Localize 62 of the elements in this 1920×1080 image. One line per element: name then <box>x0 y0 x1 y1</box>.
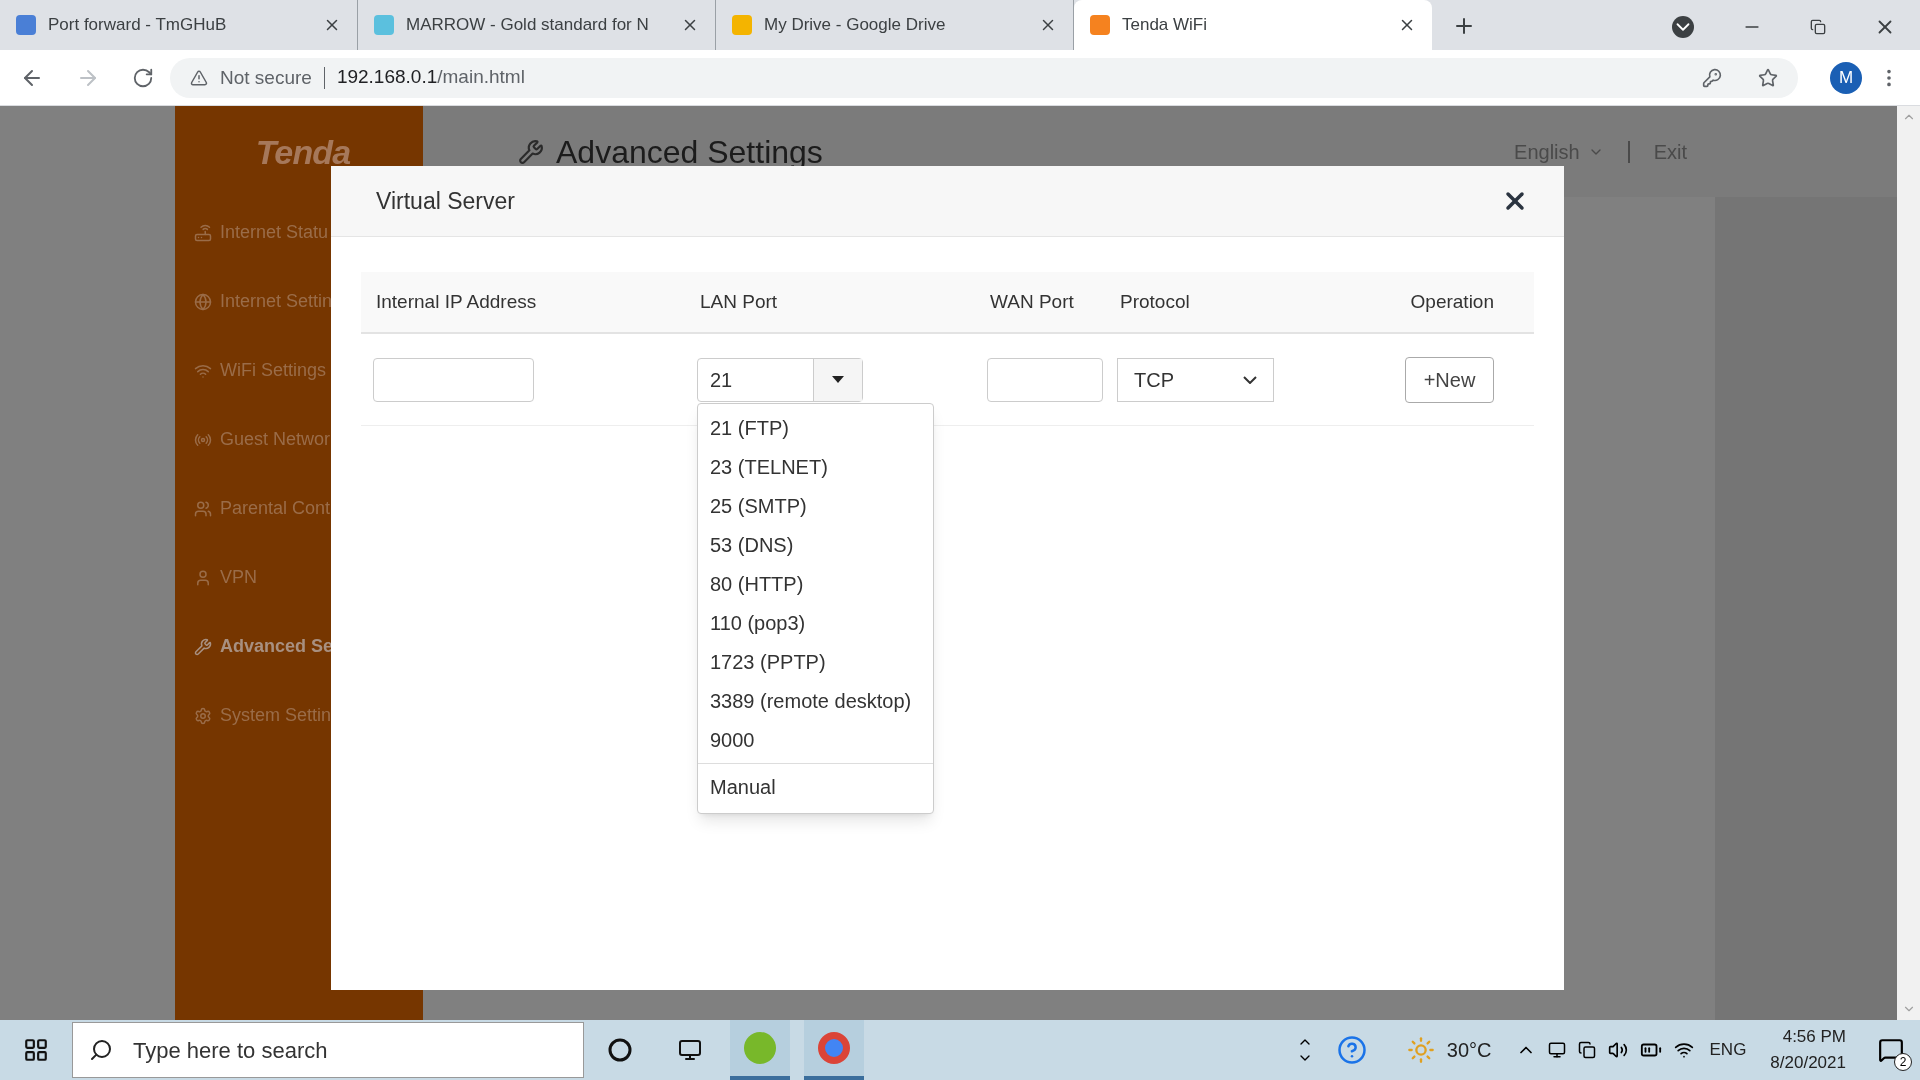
dropdown-option[interactable]: 21 (FTP) <box>698 408 933 447</box>
dropdown-option[interactable]: 25 (SMTP) <box>698 486 933 525</box>
search-icon <box>89 1038 113 1062</box>
security-label: Not secure <box>220 66 325 89</box>
column-header: Operation <box>1410 289 1494 314</box>
tab-title: My Drive - Google Drive <box>764 14 947 37</box>
dropdown-option[interactable]: 80 (HTTP) <box>698 564 933 603</box>
column-header: Internal IP Address <box>376 289 538 314</box>
dropdown-option[interactable]: 1723 (PPTP) <box>698 642 933 681</box>
column-header: Protocol <box>1120 289 1191 314</box>
volume-icon[interactable] <box>1607 1040 1628 1060</box>
clock[interactable]: 4:56 PM 8/20/2021 <box>1770 1024 1846 1076</box>
wan-port-field[interactable] <box>987 357 1103 402</box>
bookmark-star-icon[interactable] <box>1758 67 1778 88</box>
column-header: LAN Port <box>700 289 779 314</box>
site-icon <box>374 15 394 35</box>
people-icon <box>194 499 212 518</box>
temperature[interactable]: 30°C <box>1446 1035 1492 1065</box>
taskbar-app[interactable] <box>804 1020 864 1080</box>
tab-search-icon[interactable] <box>1672 16 1694 38</box>
dropdown-option[interactable]: 9000 <box>698 720 933 759</box>
key-icon[interactable] <box>1702 67 1722 88</box>
site-icon <box>1090 15 1110 35</box>
taskbar-search-field[interactable]: Type here to search <box>72 1022 584 1078</box>
new-button[interactable]: +New <box>1405 356 1494 403</box>
wrench-icon <box>518 138 544 165</box>
chevron-icon <box>1243 375 1257 384</box>
dialog-title: Virtual Server <box>376 186 515 216</box>
tab-title: Port forward - TmGHuB <box>48 14 228 37</box>
dropdown-option[interactable]: 53 (DNS) <box>698 525 933 564</box>
site-icon <box>732 15 752 35</box>
reload-icon[interactable] <box>132 66 154 89</box>
column-header: WAN Port <box>990 289 1075 314</box>
warning-icon <box>190 68 208 87</box>
person-icon <box>194 568 212 587</box>
dropdown-option[interactable]: 23 (TELNET) <box>698 447 933 486</box>
notification-count: 2 <box>1894 1053 1912 1071</box>
url-text: 192.168.0.1/main.html <box>336 65 525 90</box>
router-icon <box>194 223 212 242</box>
help-icon[interactable] <box>1336 1035 1367 1065</box>
dropdown-option[interactable]: 3389 (remote desktop) <box>698 681 933 720</box>
taskbar-app[interactable] <box>730 1020 790 1080</box>
protocol-select[interactable]: TCP <box>1117 357 1274 402</box>
device-icon[interactable] <box>1547 1041 1566 1059</box>
globe-icon <box>194 292 212 311</box>
address-field[interactable]: Not secure 192.168.0.1/main.html <box>170 57 1798 98</box>
site-icon <box>16 15 36 35</box>
tab-title: Tenda WiFi <box>1122 14 1209 37</box>
tab-title: MARROW - Gold standard for N <box>406 14 650 37</box>
restore-icon[interactable] <box>1810 19 1826 35</box>
input-language[interactable]: ENG <box>1709 1037 1747 1063</box>
browser-tab[interactable]: Tenda WiFi <box>1074 0 1432 50</box>
dropdown-option[interactable]: 110 (pop3) <box>698 603 933 642</box>
brand-logo: Tenda <box>254 131 352 173</box>
wrench-icon <box>194 637 212 656</box>
page-heading: Advanced Settings <box>556 132 823 172</box>
caret-icon <box>832 376 844 383</box>
settings-icon <box>194 706 212 725</box>
lan-port-combobox[interactable]: 21 <box>697 357 863 402</box>
ip-address-field[interactable] <box>373 357 534 402</box>
profile-avatar[interactable]: M <box>1830 61 1862 94</box>
wifi-icon[interactable] <box>1673 1040 1694 1060</box>
